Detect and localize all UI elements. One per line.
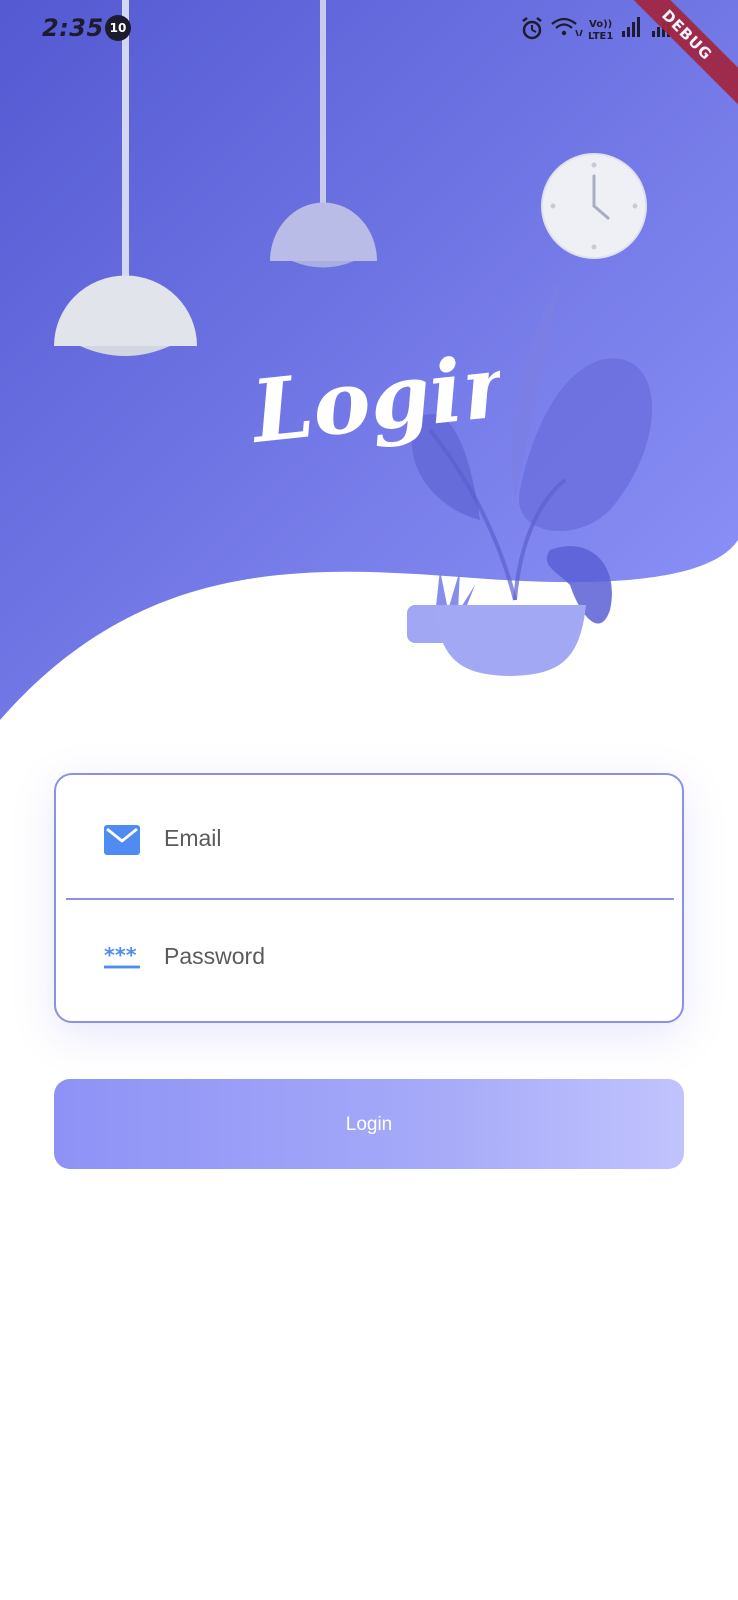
svg-text:***: *** [104,943,137,967]
password-field-row: *** [56,899,682,1023]
status-time: 2:35 [42,14,104,42]
password-input[interactable] [164,931,634,981]
envelope-icon [104,825,140,855]
email-field-row [56,775,682,899]
login-form-card: *** [54,773,684,1023]
notification-count-badge: 10 [105,15,131,41]
login-button[interactable]: Login [54,1079,684,1169]
status-bar: 2:35 10 Vo)) LTE1 DEBUG [0,0,738,105]
page-title-text: Login [250,348,500,463]
alarm-icon [522,17,542,40]
network-label-top: Vo)) [589,19,612,30]
network-label-bottom: LTE1 [588,31,613,42]
signal-icon [622,17,640,37]
login-screen: 2:35 10 Vo)) LTE1 DEBUG Login Email *** … [0,0,738,1600]
email-input[interactable] [164,813,634,863]
page-title: Login [250,348,500,463]
clock-illustration [541,153,647,259]
wifi-icon [551,17,583,37]
password-dots-icon: *** [104,943,140,969]
